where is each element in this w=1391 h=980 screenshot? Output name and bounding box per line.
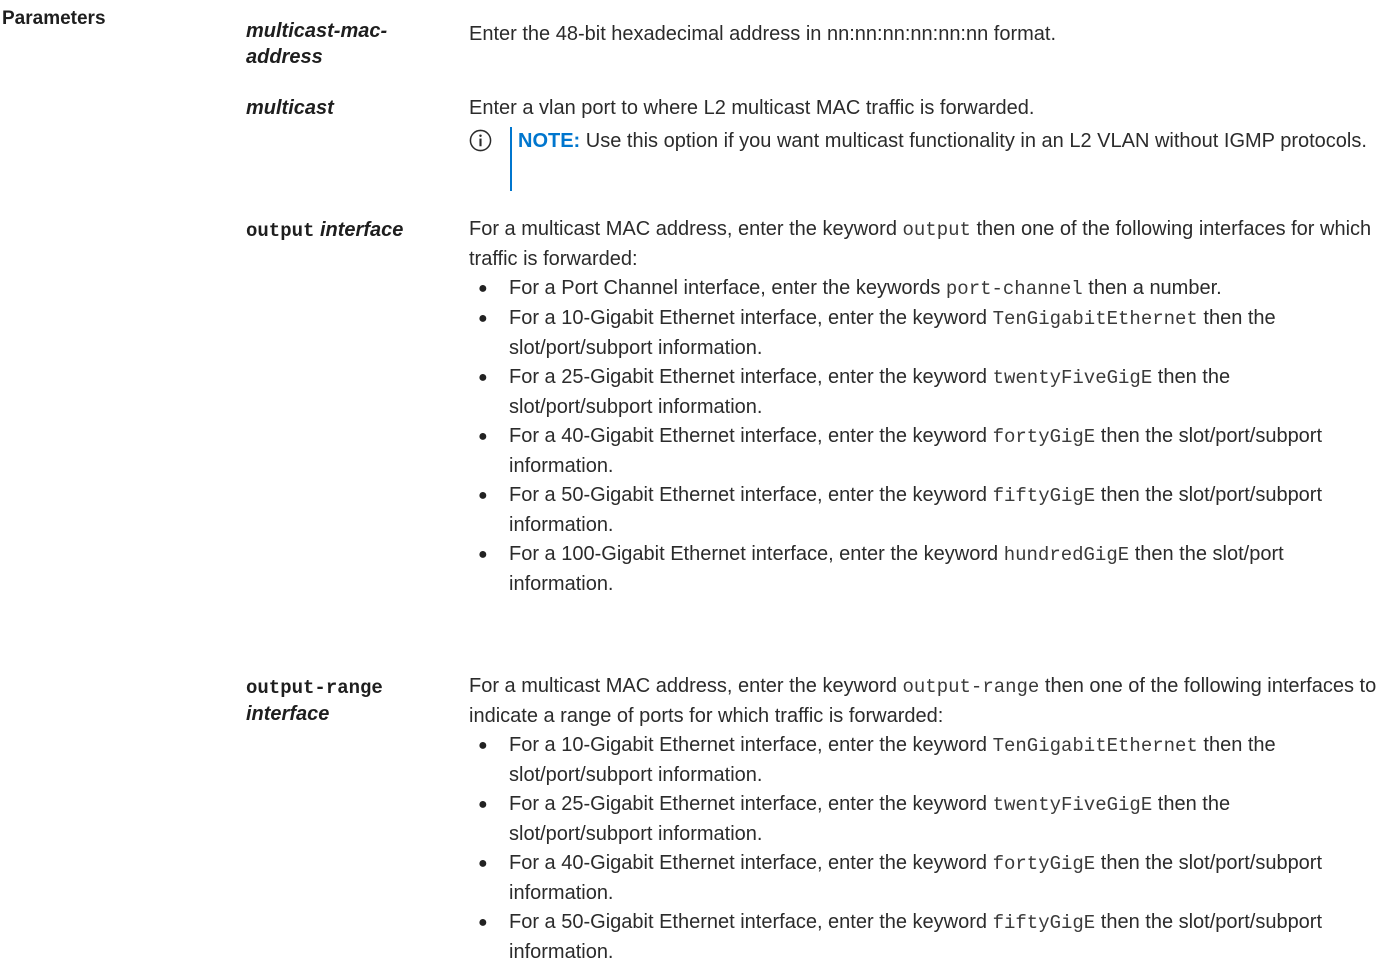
desc-intro: For a multicast MAC address, enter the k…: [469, 218, 1372, 270]
list-item: ● For a Port Channel interface, enter the…: [478, 277, 1222, 300]
desc-intro: For a multicast MAC address, enter the k…: [469, 675, 1377, 727]
list-item: ● For a 40-Gigabit Ethernet interface, en…: [478, 425, 1323, 477]
note-bar: [510, 127, 512, 191]
term-italic: interface: [319, 219, 404, 241]
param-term-multicast: multicast: [246, 95, 458, 121]
term-italic: multicast: [246, 97, 334, 119]
code-keyword: output: [902, 219, 971, 241]
param-desc-output-interface: For a multicast MAC address, enter the k…: [469, 215, 1379, 599]
param-term-multicast-mac-address: multicast-mac- address: [246, 18, 458, 70]
list-item: ● For a 10-Gigabit Ethernet interface, en…: [478, 734, 1276, 786]
section-label: Parameters: [2, 8, 106, 29]
list-item: ● For a 50-Gigabit Ethernet interface, en…: [478, 484, 1323, 536]
interface-bullet-list: ● For a Port Channel interface, enter the…: [469, 274, 1379, 599]
list-item: ● For a 40-Gigabit Ethernet interface, en…: [478, 852, 1323, 904]
param-desc-multicast-mac-address: Enter the 48-bit hexadecimal address in …: [469, 23, 1057, 45]
code-keyword: output-range: [902, 676, 1040, 698]
list-item: ● For a 25-Gigabit Ethernet interface, en…: [478, 793, 1231, 845]
term-italic: interface: [246, 703, 330, 725]
list-item: ● For a 10-Gigabit Ethernet interface, en…: [478, 307, 1276, 359]
param-desc-output-range-interface: For a multicast MAC address, enter the k…: [469, 672, 1379, 967]
note-label: NOTE:: [518, 130, 581, 152]
param-desc-multicast: Enter a vlan port to where L2 multicast …: [469, 97, 1035, 119]
param-term-output-range-interface: output-range interface: [246, 674, 458, 727]
info-circle-icon: [469, 129, 492, 152]
note-text: NOTE: Use this option if you want multic…: [518, 127, 1368, 156]
term-italic-line1: multicast-mac-: [246, 20, 388, 42]
term-mono: output-range: [246, 677, 383, 699]
param-term-output-interface: output interface: [246, 217, 458, 244]
interface-range-bullet-list: ● For a 10-Gigabit Ethernet interface, en…: [469, 731, 1379, 967]
note-body: Use this option if you want multicast fu…: [580, 130, 1367, 152]
list-item: ● For a 100-Gigabit Ethernet interface, e…: [478, 543, 1284, 595]
list-item: ● For a 25-Gigabit Ethernet interface, en…: [478, 366, 1231, 418]
term-italic-line2: address: [246, 46, 323, 68]
list-item: ● For a 50-Gigabit Ethernet interface, en…: [478, 911, 1323, 963]
term-mono: output: [246, 220, 315, 242]
